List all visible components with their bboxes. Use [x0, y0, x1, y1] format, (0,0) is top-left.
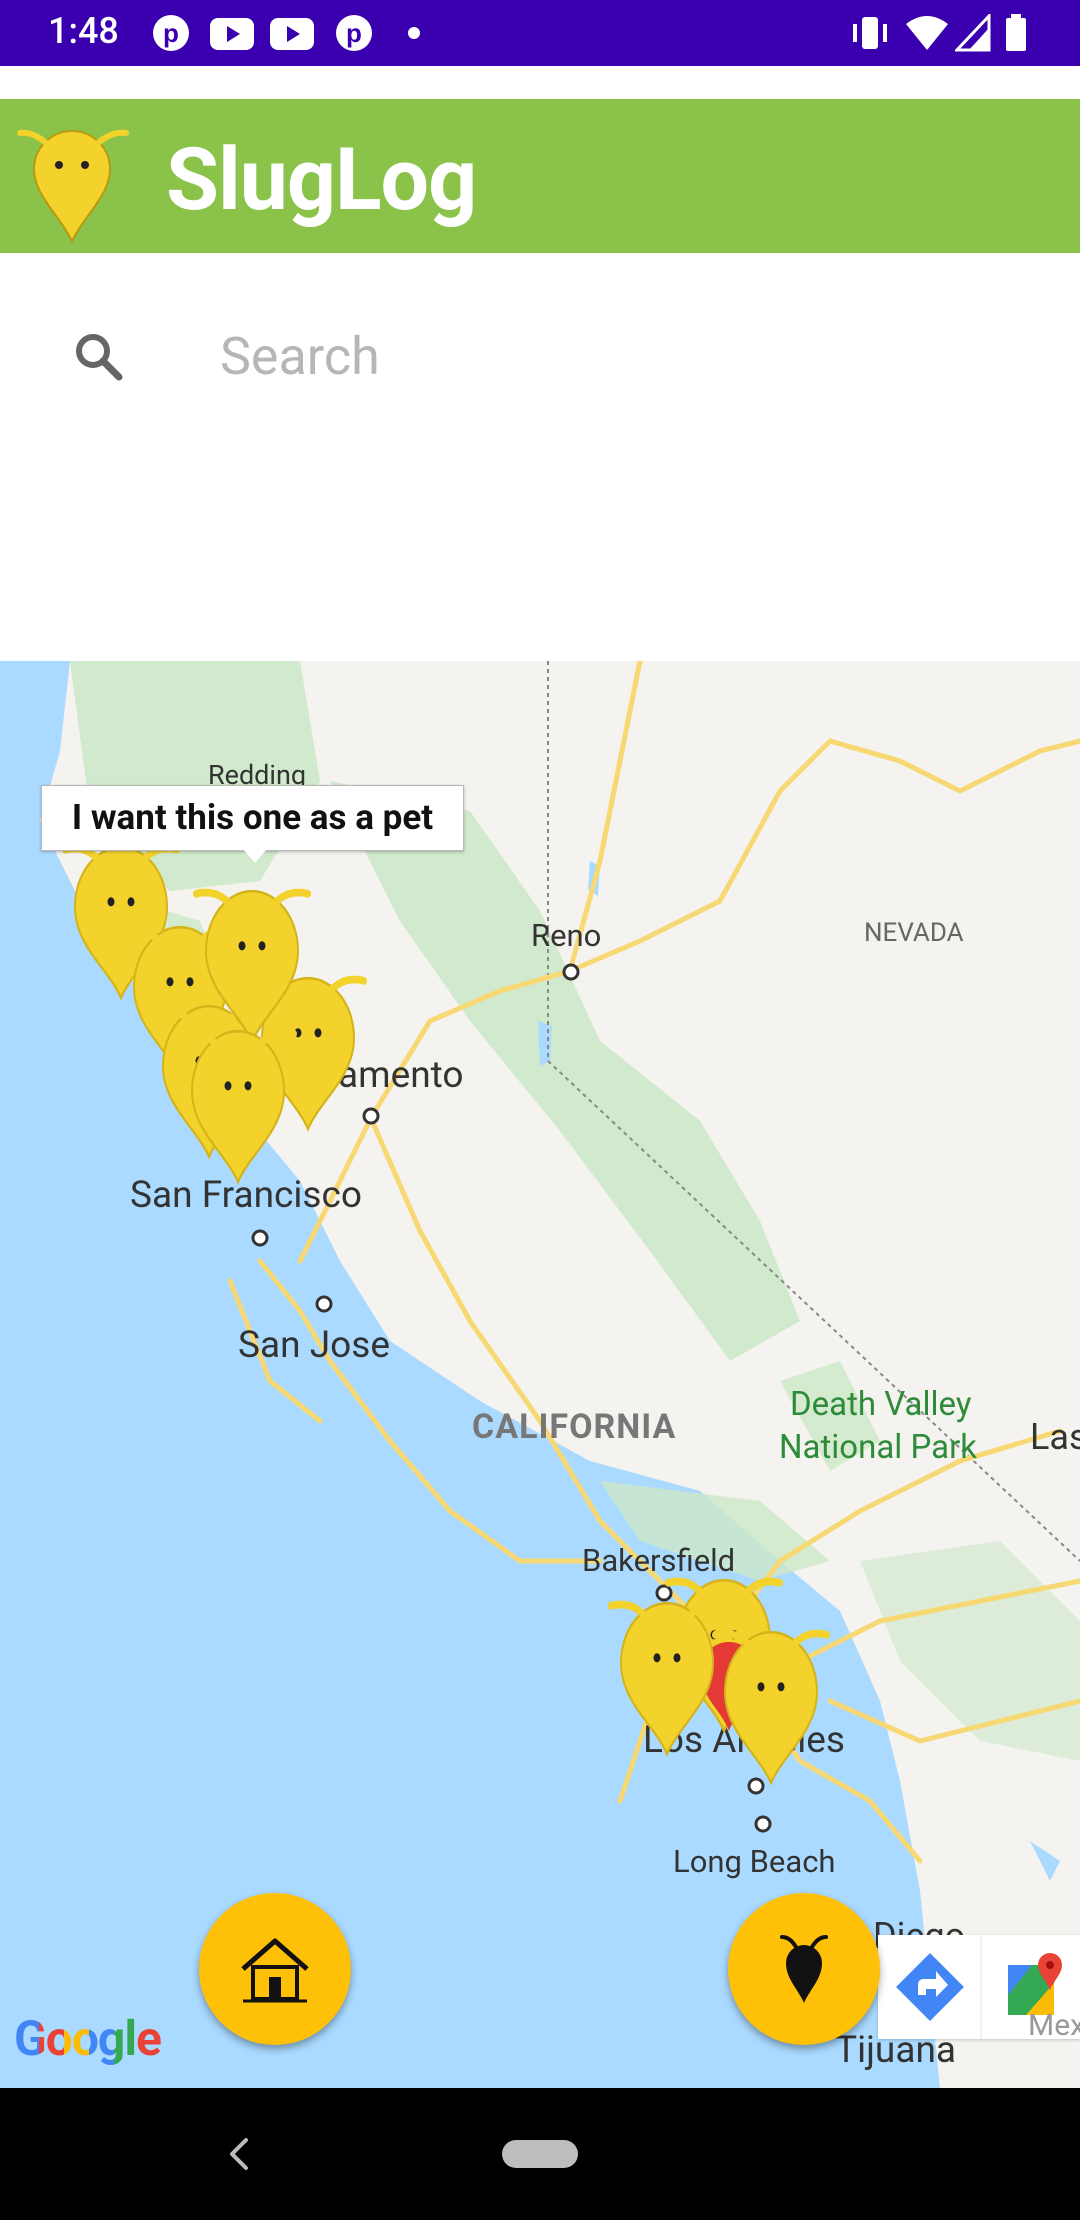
search-bar[interactable]: [0, 253, 1080, 403]
youtube-icon: [270, 18, 314, 50]
pinterest-icon: p: [153, 15, 189, 51]
app-bar: SlugLog: [0, 99, 1080, 253]
info-window-tip: [243, 849, 267, 863]
search-icon[interactable]: [72, 330, 124, 382]
home-fab[interactable]: [199, 1893, 351, 2045]
slug-icon: [780, 1935, 828, 2003]
slug-markers: [0, 661, 1080, 2088]
status-time: 1:48: [48, 10, 119, 52]
directions-button[interactable]: [878, 1935, 982, 2039]
navigation-bar: [0, 2088, 1080, 2220]
youtube-icon: [210, 18, 254, 50]
svg-text:p: p: [346, 18, 362, 48]
vibrate-icon: [853, 17, 887, 49]
app-title: SlugLog: [166, 129, 477, 230]
google-logo: Google: [14, 2010, 162, 2067]
add-slug-fab[interactable]: [728, 1893, 880, 2045]
home-icon: [241, 1938, 309, 2003]
google-logo-text: Google: [14, 2010, 162, 2067]
svg-text:p: p: [163, 18, 179, 48]
dot-icon: [408, 27, 420, 39]
map-label-mex: Mex: [1028, 2008, 1080, 2043]
back-icon[interactable]: [222, 2136, 258, 2172]
battery-icon: [1006, 14, 1026, 51]
slug-pin-icon: [17, 129, 129, 244]
directions-icon: [896, 1953, 964, 2021]
info-window[interactable]: I want this one as a pet: [41, 785, 464, 851]
signal-icon: [955, 14, 991, 52]
home-pill-icon[interactable]: [502, 2140, 578, 2168]
status-bar: 1:48 p p: [0, 0, 1080, 66]
pinterest-icon: p: [336, 15, 372, 51]
wifi-icon: [906, 16, 948, 50]
search-input[interactable]: Search: [220, 326, 380, 387]
info-window-text: I want this one as a pet: [71, 797, 434, 838]
map-view[interactable]: Redding Reno NEVADA amento San Francisco…: [0, 661, 1080, 2088]
